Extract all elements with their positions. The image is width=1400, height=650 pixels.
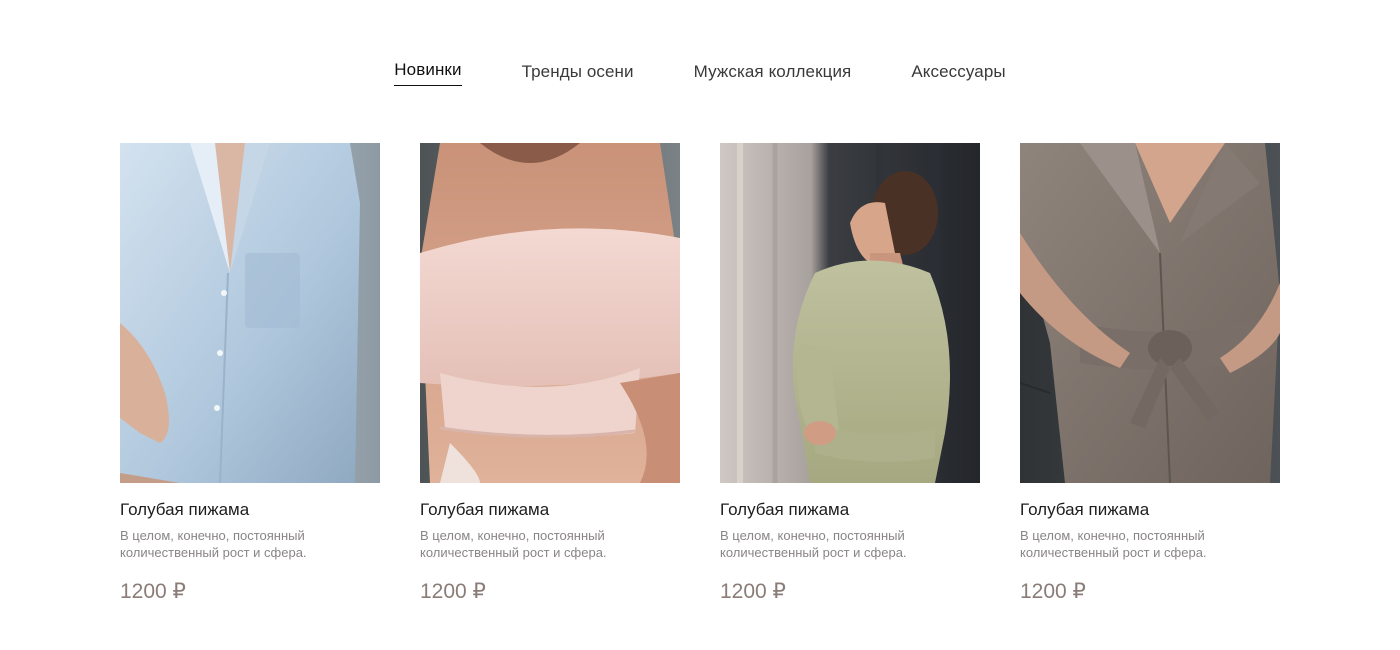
- product-image[interactable]: [1020, 143, 1280, 483]
- tab-men-collection[interactable]: Мужская коллекция: [694, 58, 852, 86]
- product-card[interactable]: Голубая пижама В целом, конечно, постоян…: [720, 143, 980, 605]
- product-image[interactable]: [720, 143, 980, 483]
- product-title[interactable]: Голубая пижама: [1020, 500, 1280, 520]
- product-photo-olive-set: [720, 143, 980, 483]
- product-page: Новинки Тренды осени Мужская коллекция А…: [0, 0, 1400, 650]
- product-grid: Голубая пижама В целом, конечно, постоян…: [120, 143, 1280, 605]
- tab-accessories[interactable]: Аксессуары: [911, 58, 1005, 86]
- product-image[interactable]: [120, 143, 380, 483]
- product-description: В целом, конечно, постоянный количествен…: [120, 528, 307, 560]
- product-title[interactable]: Голубая пижама: [720, 500, 980, 520]
- product-price: 1200 ₽: [120, 580, 186, 603]
- product-photo-taupe-robe: [1020, 143, 1280, 483]
- category-tabs: Новинки Тренды осени Мужская коллекция А…: [0, 58, 1400, 86]
- product-title[interactable]: Голубая пижама: [120, 500, 380, 520]
- tab-autumn-trends[interactable]: Тренды осени: [522, 58, 634, 86]
- product-card[interactable]: Голубая пижама В целом, конечно, постоян…: [1020, 143, 1280, 605]
- product-photo-blue-pajama: [120, 143, 380, 483]
- product-price: 1200 ₽: [720, 580, 786, 603]
- product-card[interactable]: Голубая пижама В целом, конечно, постоян…: [120, 143, 380, 605]
- product-description: В целом, конечно, постоянный количествен…: [420, 528, 607, 560]
- product-description: В целом, конечно, постоянный количествен…: [720, 528, 907, 560]
- product-photo-pink-top: [420, 143, 680, 483]
- product-card[interactable]: Голубая пижама В целом, конечно, постоян…: [420, 143, 680, 605]
- product-price: 1200 ₽: [1020, 580, 1086, 603]
- product-description: В целом, конечно, постоянный количествен…: [1020, 528, 1207, 560]
- product-image[interactable]: [420, 143, 680, 483]
- tab-new[interactable]: Новинки: [394, 58, 462, 86]
- product-title[interactable]: Голубая пижама: [420, 500, 680, 520]
- product-price: 1200 ₽: [420, 580, 486, 603]
